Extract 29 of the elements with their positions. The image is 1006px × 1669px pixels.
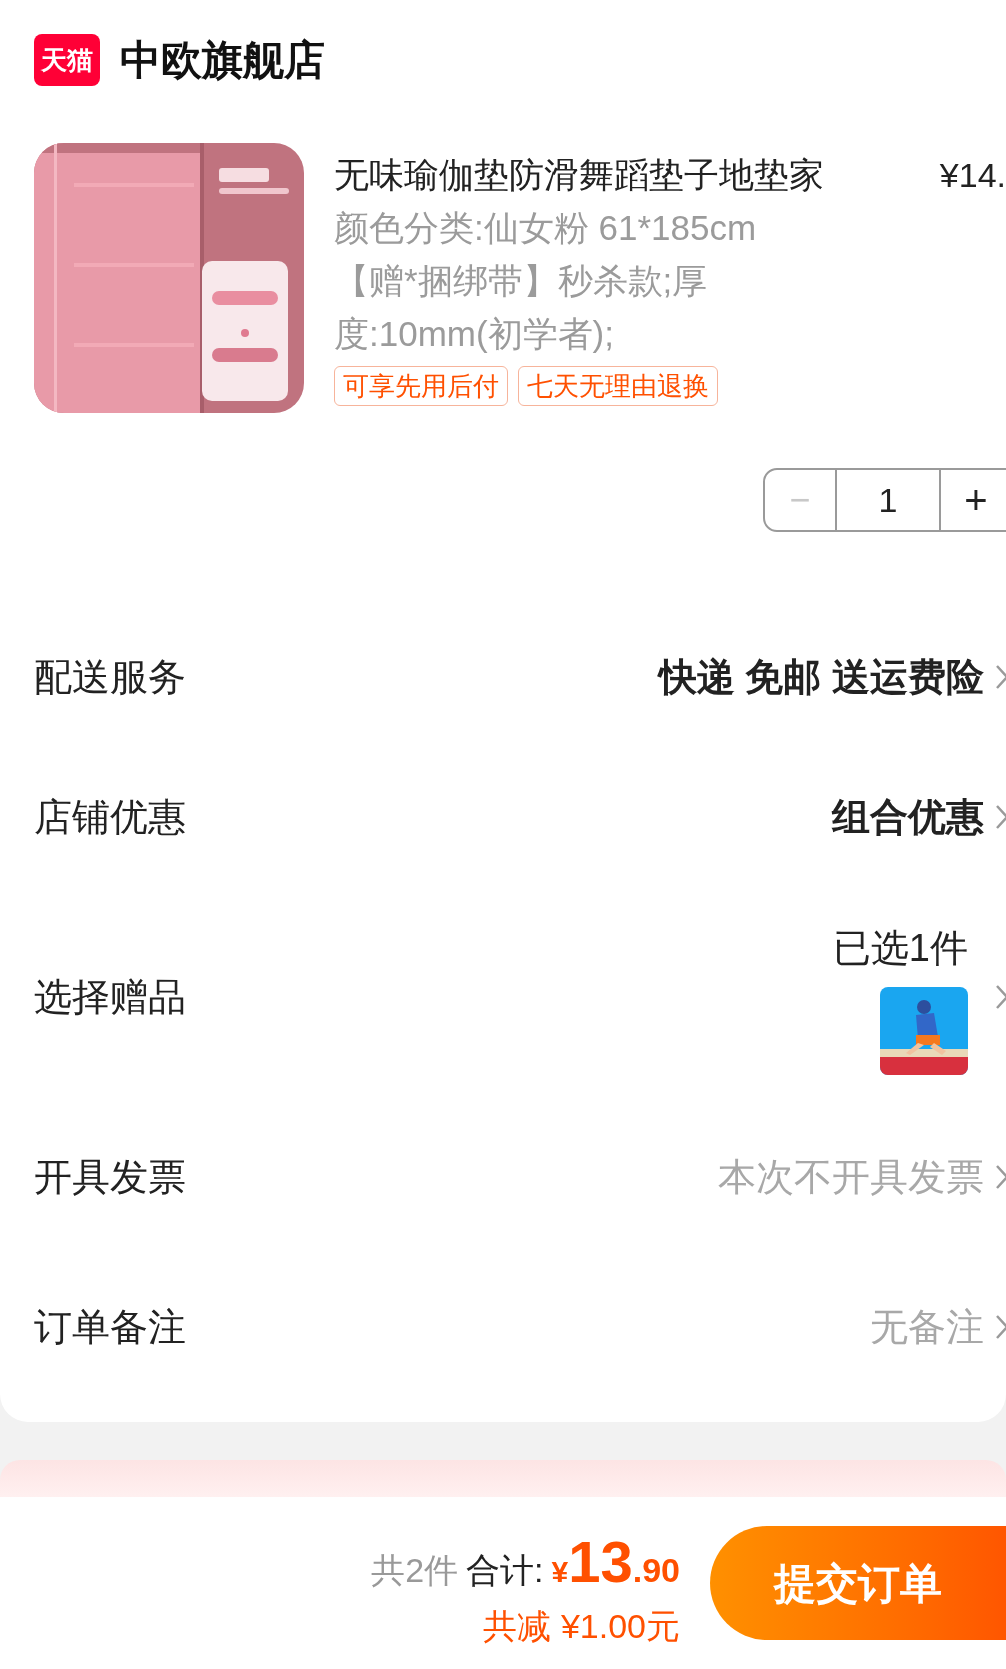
row-value: 本次不开具发票 bbox=[718, 1154, 984, 1200]
store-name: 中欧旗舰店 bbox=[120, 39, 325, 81]
row-label: 店铺优惠 bbox=[34, 794, 186, 840]
quantity-value: 1 bbox=[877, 479, 899, 521]
total-label: 合计: bbox=[466, 1550, 544, 1592]
row-value: 无备注 bbox=[870, 1304, 984, 1350]
row-value: 组合优惠 bbox=[832, 794, 984, 840]
platform-badge: 天猫 bbox=[34, 34, 100, 86]
chevron-icon bbox=[996, 1314, 1006, 1340]
row-label: 选择赠品 bbox=[34, 974, 186, 1020]
row-label: 订单备注 bbox=[34, 1304, 186, 1350]
row-value: 已选1件 bbox=[832, 925, 968, 971]
service-tag: 可享先用后付 bbox=[334, 365, 508, 406]
product-title: 无味瑜伽垫防滑舞蹈垫子地垫家 bbox=[334, 154, 824, 196]
row-label: 配送服务 bbox=[34, 654, 186, 700]
row-value: 快递 免邮 送运费险 bbox=[658, 654, 984, 700]
quantity-stepper[interactable]: − 1 + bbox=[763, 468, 1006, 532]
chevron-icon bbox=[996, 804, 1006, 830]
product-price: ¥14. bbox=[939, 155, 1006, 196]
chevron-icon bbox=[996, 664, 1006, 690]
service-tag: 七天无理由退换 bbox=[518, 365, 718, 406]
row-label: 开具发票 bbox=[34, 1154, 186, 1200]
product-spec: 颜色分类:仙女粉 61*185cm【赠*捆绑带】秒杀款;厚度:10mm(初学者); bbox=[334, 206, 758, 355]
item-count: 共2件 bbox=[371, 1550, 459, 1592]
plus-button[interactable]: + bbox=[939, 470, 1006, 530]
discount-text: 共减 ¥1.00元 bbox=[483, 1606, 680, 1648]
chevron-icon bbox=[996, 1164, 1006, 1190]
chevron-icon bbox=[996, 984, 1006, 1010]
total-amount: ¥13.90 bbox=[551, 1528, 680, 1597]
